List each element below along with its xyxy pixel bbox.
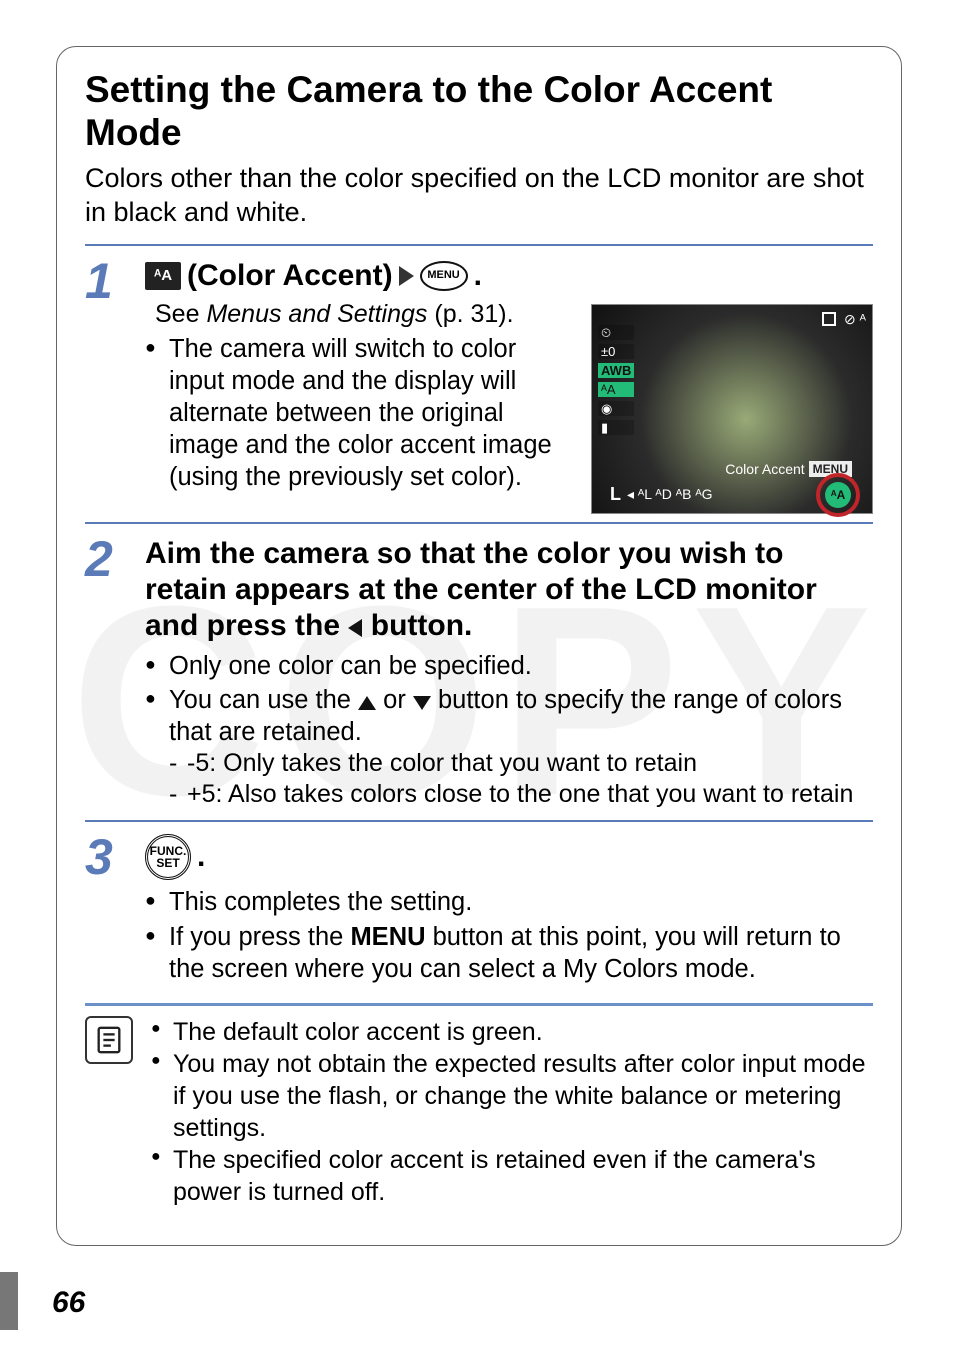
note-2: You may not obtain the expected results … bbox=[151, 1048, 873, 1144]
step-1-heading: ᴬA (Color Accent) MENU . bbox=[145, 258, 873, 294]
step-3-bullet-2: If you press the MENU button at this poi… bbox=[145, 921, 873, 985]
step-1: 1 ᴬA (Color Accent) MENU . See Menus and… bbox=[85, 244, 873, 522]
selected-mycolors-chip: ᴬA bbox=[825, 482, 851, 508]
step-2: 2 Aim the camera so that the color you w… bbox=[85, 522, 873, 821]
rec-mode-icon bbox=[822, 312, 836, 326]
step-3-heading: FUNC. SET . bbox=[145, 834, 873, 880]
step-3-number: 3 bbox=[85, 830, 145, 882]
ev-readout: ±0 bbox=[598, 344, 634, 359]
step-2-bullet-1: Only one color can be specified. bbox=[145, 650, 873, 682]
step-3-bullet-1: This completes the setting. bbox=[145, 886, 873, 918]
left-arrow-icon bbox=[348, 619, 362, 637]
step-2-sub-1: -5: Only takes the color that you want t… bbox=[169, 748, 873, 779]
content-frame: Setting the Camera to the Color Accent M… bbox=[56, 46, 902, 1246]
flash-off-icon: ⊘ ᴬ bbox=[844, 311, 866, 328]
menu-button-icon: MENU bbox=[420, 261, 468, 291]
side-tab bbox=[0, 1272, 18, 1330]
drive-icon: ▮ bbox=[598, 420, 634, 435]
memo-icon bbox=[85, 1016, 133, 1064]
page-number: 66 bbox=[52, 1286, 85, 1320]
awb-indicator: AWB bbox=[598, 363, 634, 378]
step-2-heading: Aim the camera so that the color you wis… bbox=[145, 536, 873, 644]
func-set-button-icon: FUNC. SET bbox=[145, 834, 191, 880]
size-indicator: L bbox=[610, 484, 621, 505]
note-3: The specified color accent is retained e… bbox=[151, 1144, 873, 1208]
down-arrow-icon bbox=[413, 696, 431, 710]
see-reference: See Menus and Settings (p. 31). bbox=[155, 300, 577, 329]
up-arrow-icon bbox=[358, 696, 376, 710]
note-1: The default color accent is green. bbox=[151, 1016, 873, 1048]
period: . bbox=[474, 258, 482, 294]
lcd-mode-label: Color Accent bbox=[725, 461, 804, 477]
metering-icon: ◉ bbox=[598, 401, 634, 416]
mycolors-indicator: ᴬA bbox=[598, 382, 634, 397]
step-2-bullet-2: You can use the or button to specify the… bbox=[145, 684, 873, 811]
page-title: Setting the Camera to the Color Accent M… bbox=[85, 69, 873, 154]
note-box: The default color accent is green. You m… bbox=[85, 1003, 873, 1208]
step-3: 3 FUNC. SET . This completes the setting… bbox=[85, 820, 873, 994]
right-arrow-icon bbox=[399, 266, 414, 286]
step-2-number: 2 bbox=[85, 532, 145, 584]
highlight-circle-icon: ᴬA bbox=[816, 473, 860, 517]
color-accent-icon: ᴬA bbox=[145, 262, 181, 290]
timer-icon: ⏲ bbox=[598, 325, 634, 340]
step-2-sub-2: +5: Also takes colors close to the one t… bbox=[169, 779, 873, 810]
document-note-icon bbox=[94, 1025, 124, 1055]
step-1-bullet: The camera will switch to color input mo… bbox=[145, 333, 577, 494]
period: . bbox=[197, 839, 205, 875]
step-1-number: 1 bbox=[85, 254, 145, 306]
mycolors-strip: ◂ ᴬL ᴬD ᴬB ᴬG bbox=[627, 486, 713, 503]
step-1-heading-text: (Color Accent) bbox=[187, 258, 393, 294]
lcd-preview-thumbnail: ⊘ ᴬ ⏲ ±0 AWB ᴬA ◉ ▮ Color Ac bbox=[591, 304, 873, 514]
intro-text: Colors other than the color specified on… bbox=[85, 162, 873, 230]
